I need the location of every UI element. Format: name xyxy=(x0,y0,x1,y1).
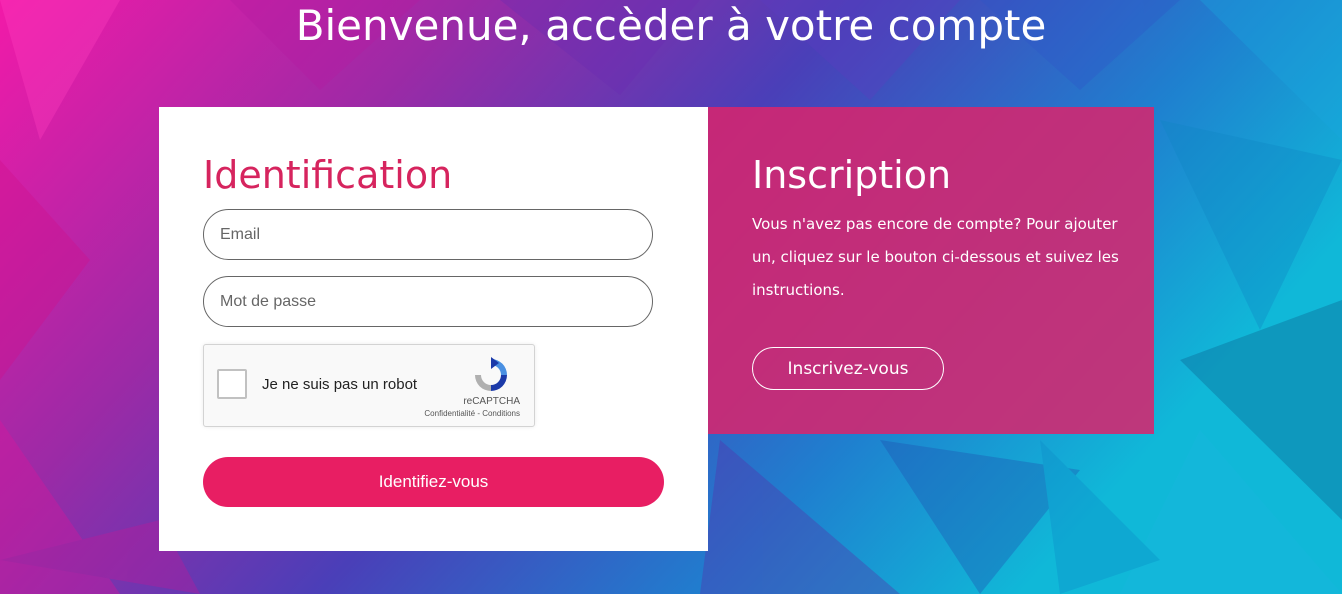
page-headline: Bienvenue, accèder à votre compte xyxy=(295,1,1047,50)
recaptcha-checkbox[interactable] xyxy=(217,369,247,399)
email-field[interactable] xyxy=(203,209,653,260)
signup-description: Vous n'avez pas encore de compte? Pour a… xyxy=(752,215,1119,299)
login-card: Identification Je ne suis pas un robot r… xyxy=(159,107,708,551)
login-title: Identification xyxy=(203,153,453,197)
recaptcha-brand: reCAPTCHA xyxy=(463,396,520,407)
recaptcha-privacy-terms-link[interactable]: Confidentialité - Conditions xyxy=(424,409,520,418)
signup-button[interactable]: Inscrivez-vous xyxy=(752,347,944,390)
recaptcha-logo-icon xyxy=(475,357,507,391)
signup-title: Inscription xyxy=(752,153,952,197)
recaptcha-label: Je ne suis pas un robot xyxy=(262,376,418,393)
signup-panel: Inscription Vous n'avez pas encore de co… xyxy=(708,107,1154,434)
recaptcha-widget: Je ne suis pas un robot reCAPTCHA Confid… xyxy=(203,344,535,427)
login-submit-button[interactable]: Identifiez-vous xyxy=(203,457,664,507)
password-field[interactable] xyxy=(203,276,653,327)
